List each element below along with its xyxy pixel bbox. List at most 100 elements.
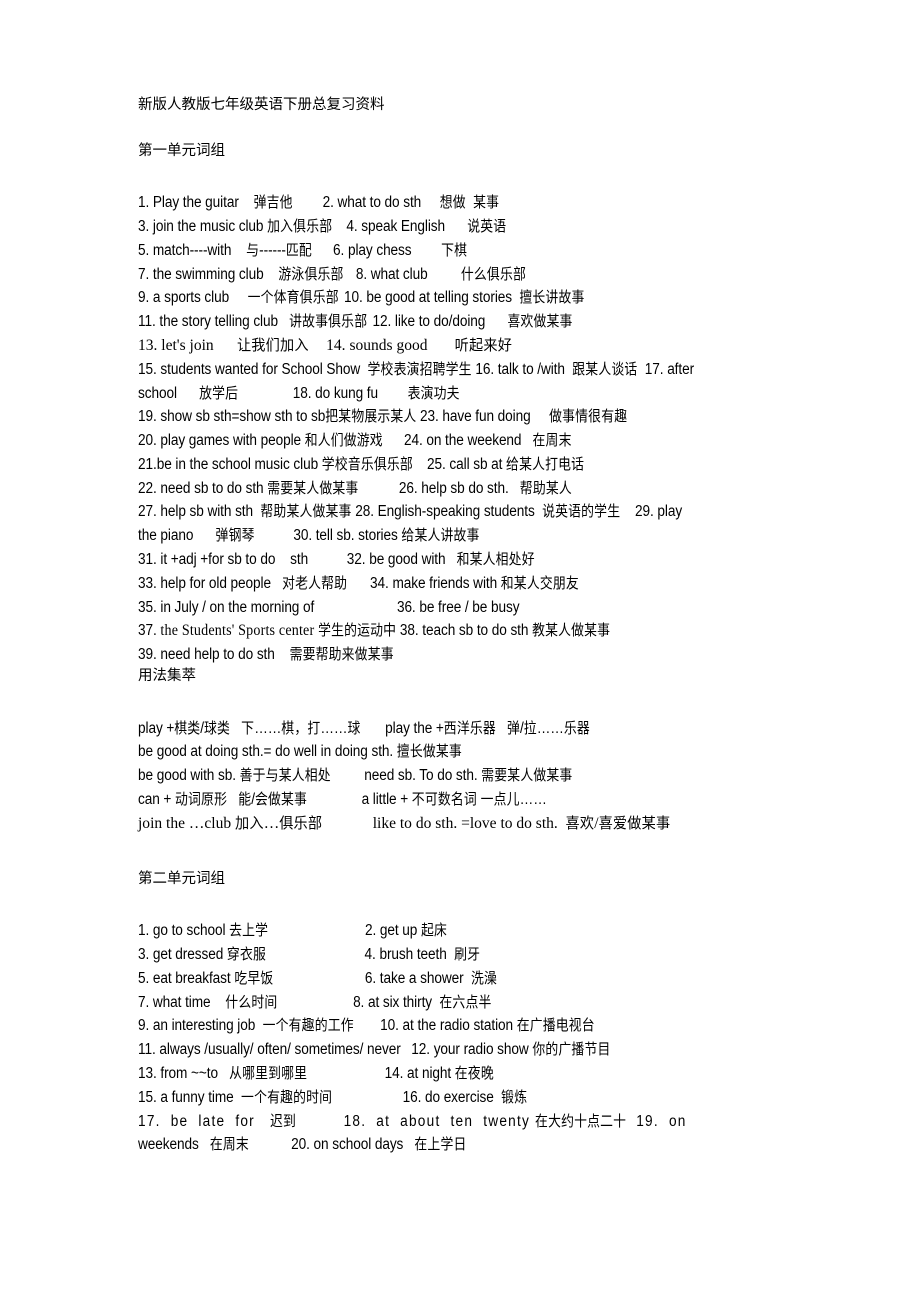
chinese-gloss: 洗澡 [470, 969, 498, 987]
unit1-phrase-list: 1. Play the guitar 弹吉他 2. what to do sth … [138, 191, 798, 667]
chinese-gloss: 表演功夫 [407, 384, 460, 402]
phrase-right: need sb. To do sth. 需要某人做某事 [364, 767, 573, 785]
chinese-gloss: 和人们做游戏 [304, 432, 383, 450]
chinese-gloss: 在广播电视台 [516, 1017, 595, 1035]
phrase-line: play +棋类/球类 下……棋，打……球 play the +西洋乐器 弹/拉…… [138, 717, 798, 741]
phrase-line: 17. be late for 迟到 18. at about ten twent… [138, 1110, 798, 1134]
phrase-left: 15. a funny time 一个有趣的时间 [138, 1088, 333, 1106]
chinese-gloss: 在夜晚 [454, 1064, 494, 1082]
chinese-gloss: 帮助某人做某事 [260, 503, 352, 521]
chinese-gloss: 一个有趣的工作 [262, 1017, 354, 1035]
phrase-line: 11. always /usually/ often/ sometimes/ n… [138, 1038, 798, 1062]
chinese-gloss: 拉 [523, 719, 537, 737]
chinese-gloss: 弹吉他 [253, 194, 293, 212]
phrase-right: 14. at night 在夜晚 [384, 1064, 494, 1082]
phrase-right: 23. have fun doing 做事情很有趣 [419, 408, 628, 426]
phrase-left: join the …club 加入…俱乐部 [138, 814, 323, 832]
phrase-right: 25. call sb at 给某人打电话 [427, 455, 585, 473]
chinese-gloss: 一个体育俱乐部 [247, 289, 339, 307]
phrase-left: 20. play games with people 和人们做游戏 [138, 432, 383, 450]
phrase-left: 35. in July / on the morning of [138, 598, 315, 616]
phrase-line: 27. help sb with sth 帮助某人做某事 28. English… [138, 500, 798, 524]
chinese-gloss: 锻炼 [501, 1088, 528, 1106]
phrase-right: like to do sth. =love to do sth. 喜欢/喜爱做某… [372, 814, 671, 832]
unit1-heading: 第一单元词组 [138, 142, 225, 159]
phrase-line: 13. from ~~to 从哪里到哪里 14. at night 在夜晚 [138, 1062, 798, 1086]
chinese-gloss: 需要某人做某事 [481, 767, 573, 785]
phrase-line: 1. go to school 去上学 2. get up 起床 [138, 919, 798, 943]
chinese-gloss: 你的广播节目 [532, 1041, 611, 1059]
chinese-gloss: 讲故事俱乐部 [289, 313, 368, 331]
phrase-right: 6. play chess 下棋 [333, 241, 468, 259]
phrase-right: 10. at the radio station 在广播电视台 [380, 1017, 595, 1035]
chinese-gloss: 帮助某人 [519, 479, 572, 497]
phrase-right: 30. tell sb. stories 给某人讲故事 [293, 527, 480, 545]
phrase-left: 7. what time 什么时间 [138, 993, 278, 1011]
chinese-gloss: 和某人相处好 [456, 551, 535, 569]
phrase-line: be good at doing sth.= do well in doing … [138, 740, 798, 764]
chinese-gloss: 给某人打电话 [506, 455, 585, 473]
phrase-line: 33. help for old people 对老人帮助 34. make fr… [138, 572, 798, 596]
chinese-gloss: 和某人交朋友 [500, 574, 579, 592]
phrase-left: 19. show sb sth=show sth to sb把某物展示某人 [138, 408, 417, 426]
phrase-line: 9. an interesting job 一个有趣的工作 10. at the … [138, 1014, 798, 1038]
phrase-left: 15. students wanted for School Show 学校表演… [138, 360, 695, 378]
phrase-right: 18. do kung fu 表演功夫 [292, 384, 460, 402]
phrase-left: 1. go to school 去上学 [138, 922, 269, 940]
phrase-left: 7. the swimming club 游泳俱乐部 [138, 265, 344, 283]
chinese-gloss: 能 [238, 791, 252, 809]
phrase-right: 32. be good with 和某人相处好 [346, 551, 535, 569]
serif-run: the Students' Sports center [160, 622, 315, 640]
chinese-gloss: 刷牙 [454, 945, 481, 963]
chinese-gloss: 在六点半 [439, 993, 492, 1011]
unit2-heading: 第二单元词组 [138, 870, 225, 887]
phrase-right: 18. at about ten twenty 在大约十点二十 19. on [343, 1112, 687, 1130]
phrase-line: 13. let's join 让我们加入 14. sounds good 听起来好 [138, 334, 798, 358]
phrase-line: 5. match----with 与------匹配 6. play chess … [138, 239, 798, 263]
phrase-right: 20. on school days 在上学日 [291, 1136, 467, 1154]
chinese-gloss: 学校音乐俱乐部 [321, 455, 413, 473]
phrase-right: 14. sounds good 听起来好 [326, 336, 513, 354]
chinese-gloss: 与 [246, 241, 260, 259]
phrase-left: 39. need help to do sth 需要帮助来做某事 [138, 646, 394, 664]
phrase-left: 5. match----with 与------匹配 [138, 241, 312, 259]
phrase-left: the piano 弹钢琴 [138, 527, 255, 545]
chinese-gloss: 学校表演招聘学生 [367, 360, 472, 378]
phrase-line: 5. eat breakfast 吃早饭 6. take a shower 洗澡 [138, 967, 798, 991]
chinese-gloss: 让我们加入 [236, 336, 309, 354]
chinese-gloss: 一点儿 [480, 791, 520, 809]
chinese-gloss: 学生的运动中 [318, 622, 397, 640]
phrase-left: 9. a sports club 一个体育俱乐部 [138, 289, 339, 307]
phrase-left: be good at doing sth.= do well in doing … [138, 743, 462, 761]
chinese-gloss: 在上学日 [414, 1136, 467, 1154]
phrase-left: 5. eat breakfast 吃早饭 [138, 969, 274, 987]
phrase-left: be good with sb. 善于与某人相处 [138, 767, 331, 785]
phrase-left: 11. the story telling club 讲故事俱乐部 [138, 313, 368, 331]
chinese-gloss: 跟某人谈话 [572, 360, 638, 378]
chinese-gloss: 下棋 [441, 241, 468, 259]
chinese-gloss: 棋类 [174, 719, 201, 737]
chinese-gloss: 说英语的学生 [542, 503, 621, 521]
chinese-gloss: 动词原形 [175, 791, 228, 809]
phrase-left: 3. join the music club 加入俱乐部 [138, 217, 333, 235]
phrase-left: can + 动词原形 能/会做某事 [138, 791, 308, 809]
phrase-line: 21.be in the school music club 学校音乐俱乐部 25… [138, 453, 798, 477]
chinese-gloss: 棋，打 [281, 719, 321, 737]
chinese-gloss: 从哪里到哪里 [229, 1064, 308, 1082]
phrase-right: 8. at six thirty 在六点半 [353, 993, 492, 1011]
chinese-gloss: 加入俱乐部 [267, 217, 333, 235]
phrase-right: 26. help sb do sth. 帮助某人 [398, 479, 572, 497]
phrase-right: 12. like to do/doing 喜欢做某事 [372, 313, 573, 331]
usage-heading: 用法集萃 [138, 668, 196, 685]
phrase-left: 17. be late for 迟到 [138, 1112, 297, 1130]
usage-list: play +棋类/球类 下……棋，打……球 play the +西洋乐器 弹/拉…… [138, 717, 798, 836]
chinese-gloss: 乐器 [563, 719, 590, 737]
chinese-gloss: 吃早饭 [234, 969, 274, 987]
chinese-gloss: 在周末 [532, 432, 572, 450]
unit2-phrase-list: 1. go to school 去上学 2. get up 起床 3. get dr… [138, 919, 798, 1157]
chinese-gloss: 喜欢做某事 [507, 313, 573, 331]
phrase-left: 27. help sb with sth 帮助某人做某事 28. English… [138, 503, 683, 521]
phrase-line: 3. get dressed 穿衣服 4. brush teeth 刷牙 [138, 943, 798, 967]
phrase-left: 1. Play the guitar 弹吉他 [138, 194, 293, 212]
phrase-line: 3. join the music club 加入俱乐部 4. speak Eng… [138, 215, 798, 239]
